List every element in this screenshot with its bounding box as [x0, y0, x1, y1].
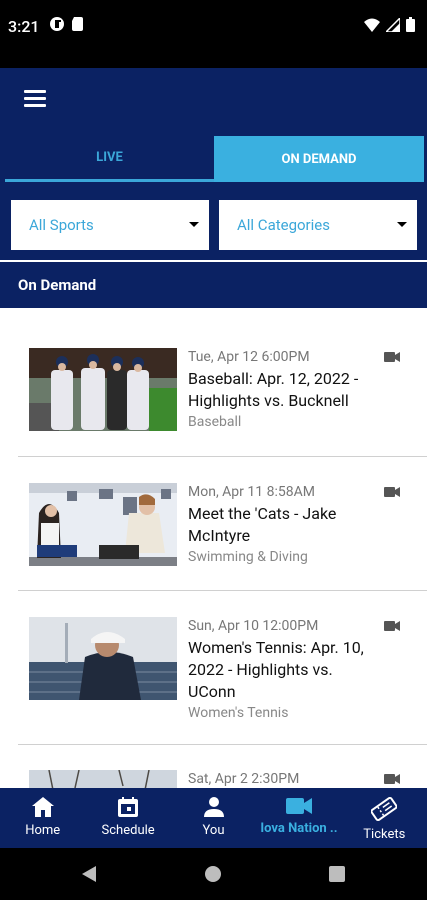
nav-nation-label: Iova Nation ..: [260, 821, 338, 836]
filter-bar: All Sports All Categories: [0, 184, 427, 260]
item-date: Sat, Apr 2 2:30PM: [188, 771, 300, 787]
categories-filter-value: All Categories: [237, 216, 330, 234]
divider: [18, 456, 427, 457]
system-navigation-bar: [0, 848, 427, 900]
video-thumbnail: [29, 770, 177, 788]
sim-card-icon: [72, 17, 83, 31]
item-title: Meet the 'Cats - Jake McIntyre: [188, 504, 337, 545]
item-sport: Women's Tennis: [188, 705, 289, 721]
dropdown-caret-icon: [189, 222, 199, 227]
item-sport: Baseball: [188, 414, 242, 430]
nav-home[interactable]: Home: [0, 788, 85, 848]
signal-icon: [386, 17, 400, 32]
nav-schedule[interactable]: Schedule: [85, 788, 170, 848]
video-camera-icon: [384, 621, 400, 631]
on-demand-list: Tue, Apr 12 6:00PM Baseball: Apr. 12, 20…: [0, 308, 427, 788]
nav-schedule-label: Schedule: [101, 823, 155, 838]
item-date: Sun, Apr 10 12:00PM: [188, 618, 319, 634]
hamburger-menu-icon[interactable]: [24, 90, 48, 110]
video-camera-icon: [384, 352, 400, 362]
wifi-icon: [364, 18, 380, 32]
list-item[interactable]: Sun, Apr 10 12:00PM Women's Tennis: Apr.…: [18, 617, 427, 727]
video-thumbnail: [29, 617, 177, 700]
dropdown-caret-icon: [397, 222, 407, 227]
person-icon: [203, 797, 224, 817]
nav-nation[interactable]: Iova Nation ..: [256, 788, 341, 848]
list-item[interactable]: Mon, Apr 11 8:58AM Meet the 'Cats - Jake…: [18, 483, 427, 573]
recents-icon[interactable]: [329, 866, 345, 882]
video-thumbnail: [29, 348, 177, 431]
video-camera-icon: [384, 774, 400, 784]
item-title: Women's Tennis: Apr. 10, 2022 - Highligh…: [188, 638, 364, 701]
section-title: On Demand: [0, 262, 427, 308]
status-time: 3:21: [8, 17, 40, 36]
nav-tickets[interactable]: Tickets: [342, 788, 427, 848]
nav-you[interactable]: You: [171, 788, 256, 848]
video-camera-icon: [384, 487, 400, 497]
list-item[interactable]: Sat, Apr 2 2:30PM: [18, 770, 427, 788]
nav-home-label: Home: [25, 823, 61, 838]
item-date: Mon, Apr 11 8:58AM: [188, 484, 315, 500]
app-notification-icon: [50, 17, 64, 31]
back-icon[interactable]: [82, 866, 98, 882]
sports-filter-dropdown[interactable]: All Sports: [11, 200, 209, 250]
calendar-icon: [118, 797, 139, 817]
sports-filter-value: All Sports: [29, 216, 94, 234]
item-sport: Swimming & Diving: [188, 549, 308, 565]
video-camera-icon: [285, 798, 312, 814]
nav-you-label: You: [202, 823, 225, 838]
item-date: Tue, Apr 12 6:00PM: [188, 349, 310, 365]
item-title: Baseball: Apr. 12, 2022 - Highlights vs.…: [188, 369, 359, 410]
battery-icon: [406, 17, 415, 32]
status-bar: 3:21: [0, 0, 427, 68]
divider: [18, 744, 427, 745]
divider: [18, 590, 427, 591]
home-circle-icon[interactable]: [205, 866, 221, 882]
categories-filter-dropdown[interactable]: All Categories: [219, 200, 417, 250]
list-item[interactable]: Tue, Apr 12 6:00PM Baseball: Apr. 12, 20…: [18, 348, 427, 438]
nav-tickets-label: Tickets: [363, 827, 406, 842]
home-icon: [31, 797, 54, 817]
tab-on-demand[interactable]: ON DEMAND: [214, 136, 424, 182]
ticket-icon: [371, 797, 398, 821]
tab-live[interactable]: LIVE: [5, 136, 214, 182]
bottom-navigation: Home Schedule You Iova Nation .. Tickets: [0, 788, 427, 848]
app-header: [0, 68, 427, 134]
video-thumbnail: [29, 483, 177, 566]
